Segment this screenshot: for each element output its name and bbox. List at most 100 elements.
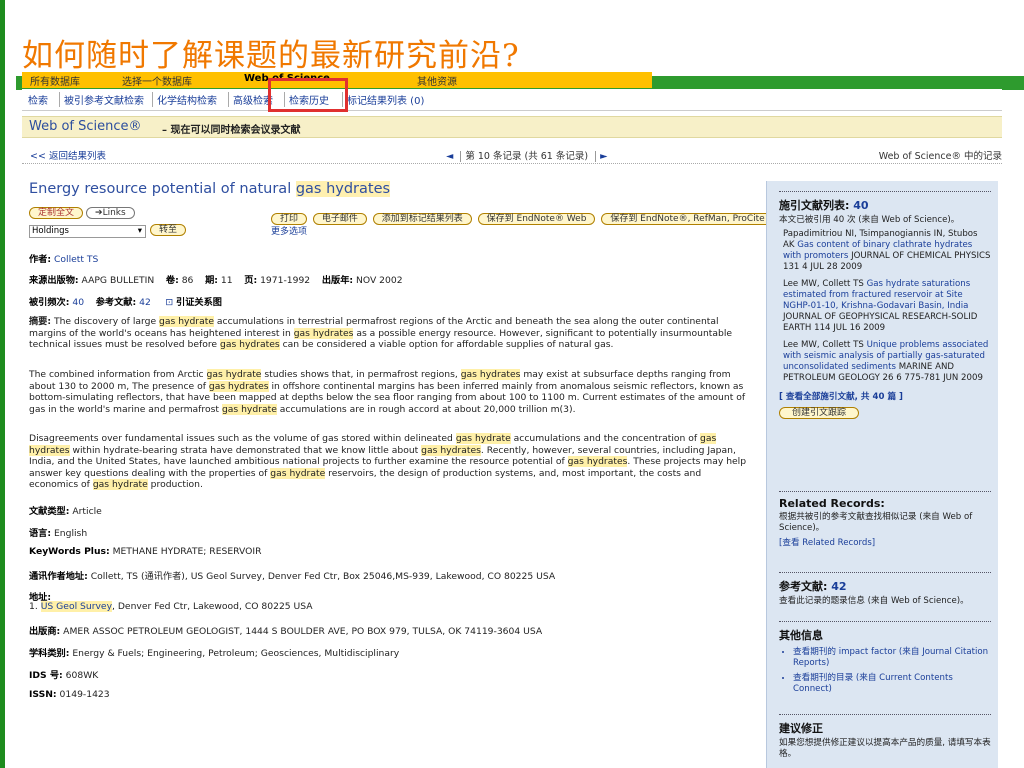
subject-value: Energy & Fuels; Engineering, Petroleum; … [72,648,400,659]
add-to-marked-button[interactable]: 添加到标记结果列表 [372,213,472,225]
references-heading: 参考文献: 42 [779,578,991,594]
issue-value: 11 [220,275,233,286]
wos-subtitle: – 现在可以同时检索会议录文献 [162,125,301,136]
record-position: 第 10 条记录 (共 61 条记录) [460,151,593,162]
view-all-citing-link[interactable]: [ 查看全部施引文献, 共 40 篇 ] [779,392,991,403]
cited-count-link[interactable]: 40 [72,297,84,308]
citing-count-link[interactable]: 40 [853,199,868,212]
search-term-highlight: gas hydrate [159,316,214,327]
save-refman-button[interactable]: 保存到 EndNote®, RefMan, ProCite [601,213,774,225]
back-to-results-link[interactable]: << 返回结果列表 [30,148,106,162]
subject-row: 学科类别: Energy & Fuels; Engineering, Petro… [29,645,399,659]
cited-label: 被引频次: [29,297,70,308]
volume-value: 86 [181,275,194,286]
citation-source: JOURNAL OF GEOPHYSICAL RESEARCH-SOLID EA… [783,312,978,333]
references-count-link[interactable]: 42 [831,580,846,593]
issn-label: ISSN: [29,689,57,700]
slide: 所有数据库 选择一个数据库 Web of Science 其他资源 如何随时了解… [0,0,1024,768]
search-term-highlight: gas hydrate [206,369,262,380]
abstract-text-1: The discovery of large gas hydrate accum… [29,316,733,351]
author-link[interactable]: Collett TS [54,254,98,265]
references-note: 查看此记录的题录信息 (来自 Web of Science)。 [779,596,969,606]
address-rest: , Denver Fed Ctr, Lakewood, CO 80225 USA [112,601,313,612]
citation-map-link[interactable]: 引证关系图 [176,297,222,308]
article-title-highlight: gas hydrates [295,181,391,197]
other-info-list: 查看期刊的 impact factor (来自 Journal Citation… [793,647,991,695]
search-nav: 检索 被引参考文献检索 化学结构检索 高级检索 检索历史 标记结果列表 (0) [22,89,1002,111]
custom-fulltext-button[interactable]: 定制全文 [29,207,84,219]
article-title: Energy resource potential of natural gas… [29,181,391,197]
nav-cited-ref-search[interactable]: 被引参考文献检索 [59,92,148,107]
pages-label: 页: [244,275,258,286]
tab-all-databases[interactable]: 所有数据库 [30,73,80,88]
search-term-highlight: gas hydrates [219,339,280,351]
go-button[interactable]: 转至 [150,224,187,236]
abstract-paragraph-3: Disagreements over fundamental issues su… [29,433,747,491]
nav-search[interactable]: 检索 [24,92,52,107]
publisher-row: 出版商: AMER ASSOC PETROLEUM GEOLOGIST, 144… [29,623,542,637]
prev-record-icon[interactable]: ◄ [446,151,453,162]
date-label: 出版年: [321,275,354,286]
address-row: 1. US Geol Survey, Denver Fed Ctr, Lakew… [29,601,313,612]
nav-marked-list[interactable]: 标记结果列表 (0) [342,92,428,107]
more-options-link[interactable]: 更多选项 [271,224,307,237]
search-term-highlight: gas hydrate [455,433,511,444]
record-navigation: << 返回结果列表 ◄ 第 10 条记录 (共 61 条记录) ► Web of… [22,146,1002,164]
citing-articles-heading: 施引文献列表: 40 [779,197,991,213]
output-buttons: 打印 电子邮件 添加到标记结果列表 保存到 EndNote® Web 保存到 E… [271,213,777,225]
ids-row: IDS 号: 608WK [29,667,98,681]
subject-label: 学科类别: [29,648,70,659]
source-value: AAPG BULLETIN [81,275,155,286]
citation-map-icon[interactable]: ⊡ [165,297,173,308]
citation-item: Papadimitriou NI, Tsimpanogiannis IN, St… [783,229,991,273]
search-term-highlight: gas hydrates [567,456,628,468]
abstract-paragraph-1: 摘要: The discovery of large gas hydrate a… [29,316,749,351]
volume-label: 卷: [165,275,179,286]
save-endnote-web-button[interactable]: 保存到 EndNote® Web [477,213,596,225]
issue-label: 期: [205,275,218,286]
citing-note: 本文已被引用 40 次 (来自 Web of Science)。 [779,215,960,225]
address-org-link[interactable]: US Geol Survey [40,601,113,612]
issn-value: 0149-1423 [59,689,110,700]
links-button[interactable]: ➔Links [86,207,135,219]
search-term-highlight: gas hydrates [293,327,354,339]
sidebar: 施引文献列表: 40 本文已被引用 40 次 (来自 Web of Scienc… [766,181,998,768]
search-term-highlight: gas hydrates [208,380,269,392]
search-term-highlight: gas hydrates [29,433,717,456]
wos-header: Web of Science® – 现在可以同时检索会议录文献 [22,116,1002,138]
journal-contents-link[interactable]: 查看期刊的目录 (来自 Current Contents Connect) [793,673,991,695]
refs-count-link[interactable]: 42 [139,297,151,308]
keywords-row: KeyWords Plus: METHANE HYDRATE; RESERVOI… [29,546,261,557]
reprint-address-value: Collett, TS (通讯作者), US Geol Survey, Denv… [90,571,556,582]
publisher-value: AMER ASSOC PETROLEUM GEOLOGIST, 1444 S B… [63,626,543,637]
authors-row: 作者: Collett TS [29,251,98,265]
email-button[interactable]: 电子邮件 [312,213,367,225]
tab-select-database[interactable]: 选择一个数据库 [122,73,192,88]
left-accent-bar [0,0,16,768]
related-records-section: Related Records: 根据共被引的参考文献查找相似记录 (来自 We… [779,491,991,549]
nav-structure-search[interactable]: 化学结构检索 [152,92,221,107]
citation-author: Lee MW, Collett TS [783,279,864,289]
citing-articles-section: 施引文献列表: 40 本文已被引用 40 次 (来自 Web of Scienc… [779,191,991,419]
keywords-label: KeyWords Plus: [29,546,110,557]
citation-row: 被引频次: 40 参考文献: 42 ⊡ 引证关系图 [29,294,222,308]
impact-factor-link[interactable]: 查看期刊的 impact factor (来自 Journal Citation… [793,647,991,669]
view-related-records-link[interactable]: [查看 Related Records] [779,538,991,549]
holdings-select[interactable]: Holdings ▾ [29,225,146,238]
citation-author: Lee MW, Collett TS [783,340,864,350]
wos-title: Web of Science® [29,119,142,134]
citation-item: Lee MW, Collett TS Gas hydrate saturatio… [783,279,991,334]
citing-title: 施引文献列表: [779,199,850,212]
tab-other-resources[interactable]: 其他资源 [417,73,457,88]
other-info-heading: 其他信息 [779,629,823,642]
wos-record-label: Web of Science® 中的记录 [878,151,1002,162]
next-record-icon[interactable]: ► [595,151,608,162]
create-citation-alert-button[interactable]: 创建引文跟踪 [779,407,860,419]
doctype-row: 文献类型: Article [29,503,102,517]
citation-item: Lee MW, Collett TS Unique problems assoc… [783,340,991,384]
fulltext-row: 定制全文 ➔Links [29,207,135,219]
source-row: 来源出版物: AAPG BULLETIN 卷: 86 期: 11 页: 1971… [29,272,403,286]
language-label: 语言: [29,528,52,539]
language-row: 语言: English [29,525,87,539]
references-title: 参考文献: [779,580,828,593]
